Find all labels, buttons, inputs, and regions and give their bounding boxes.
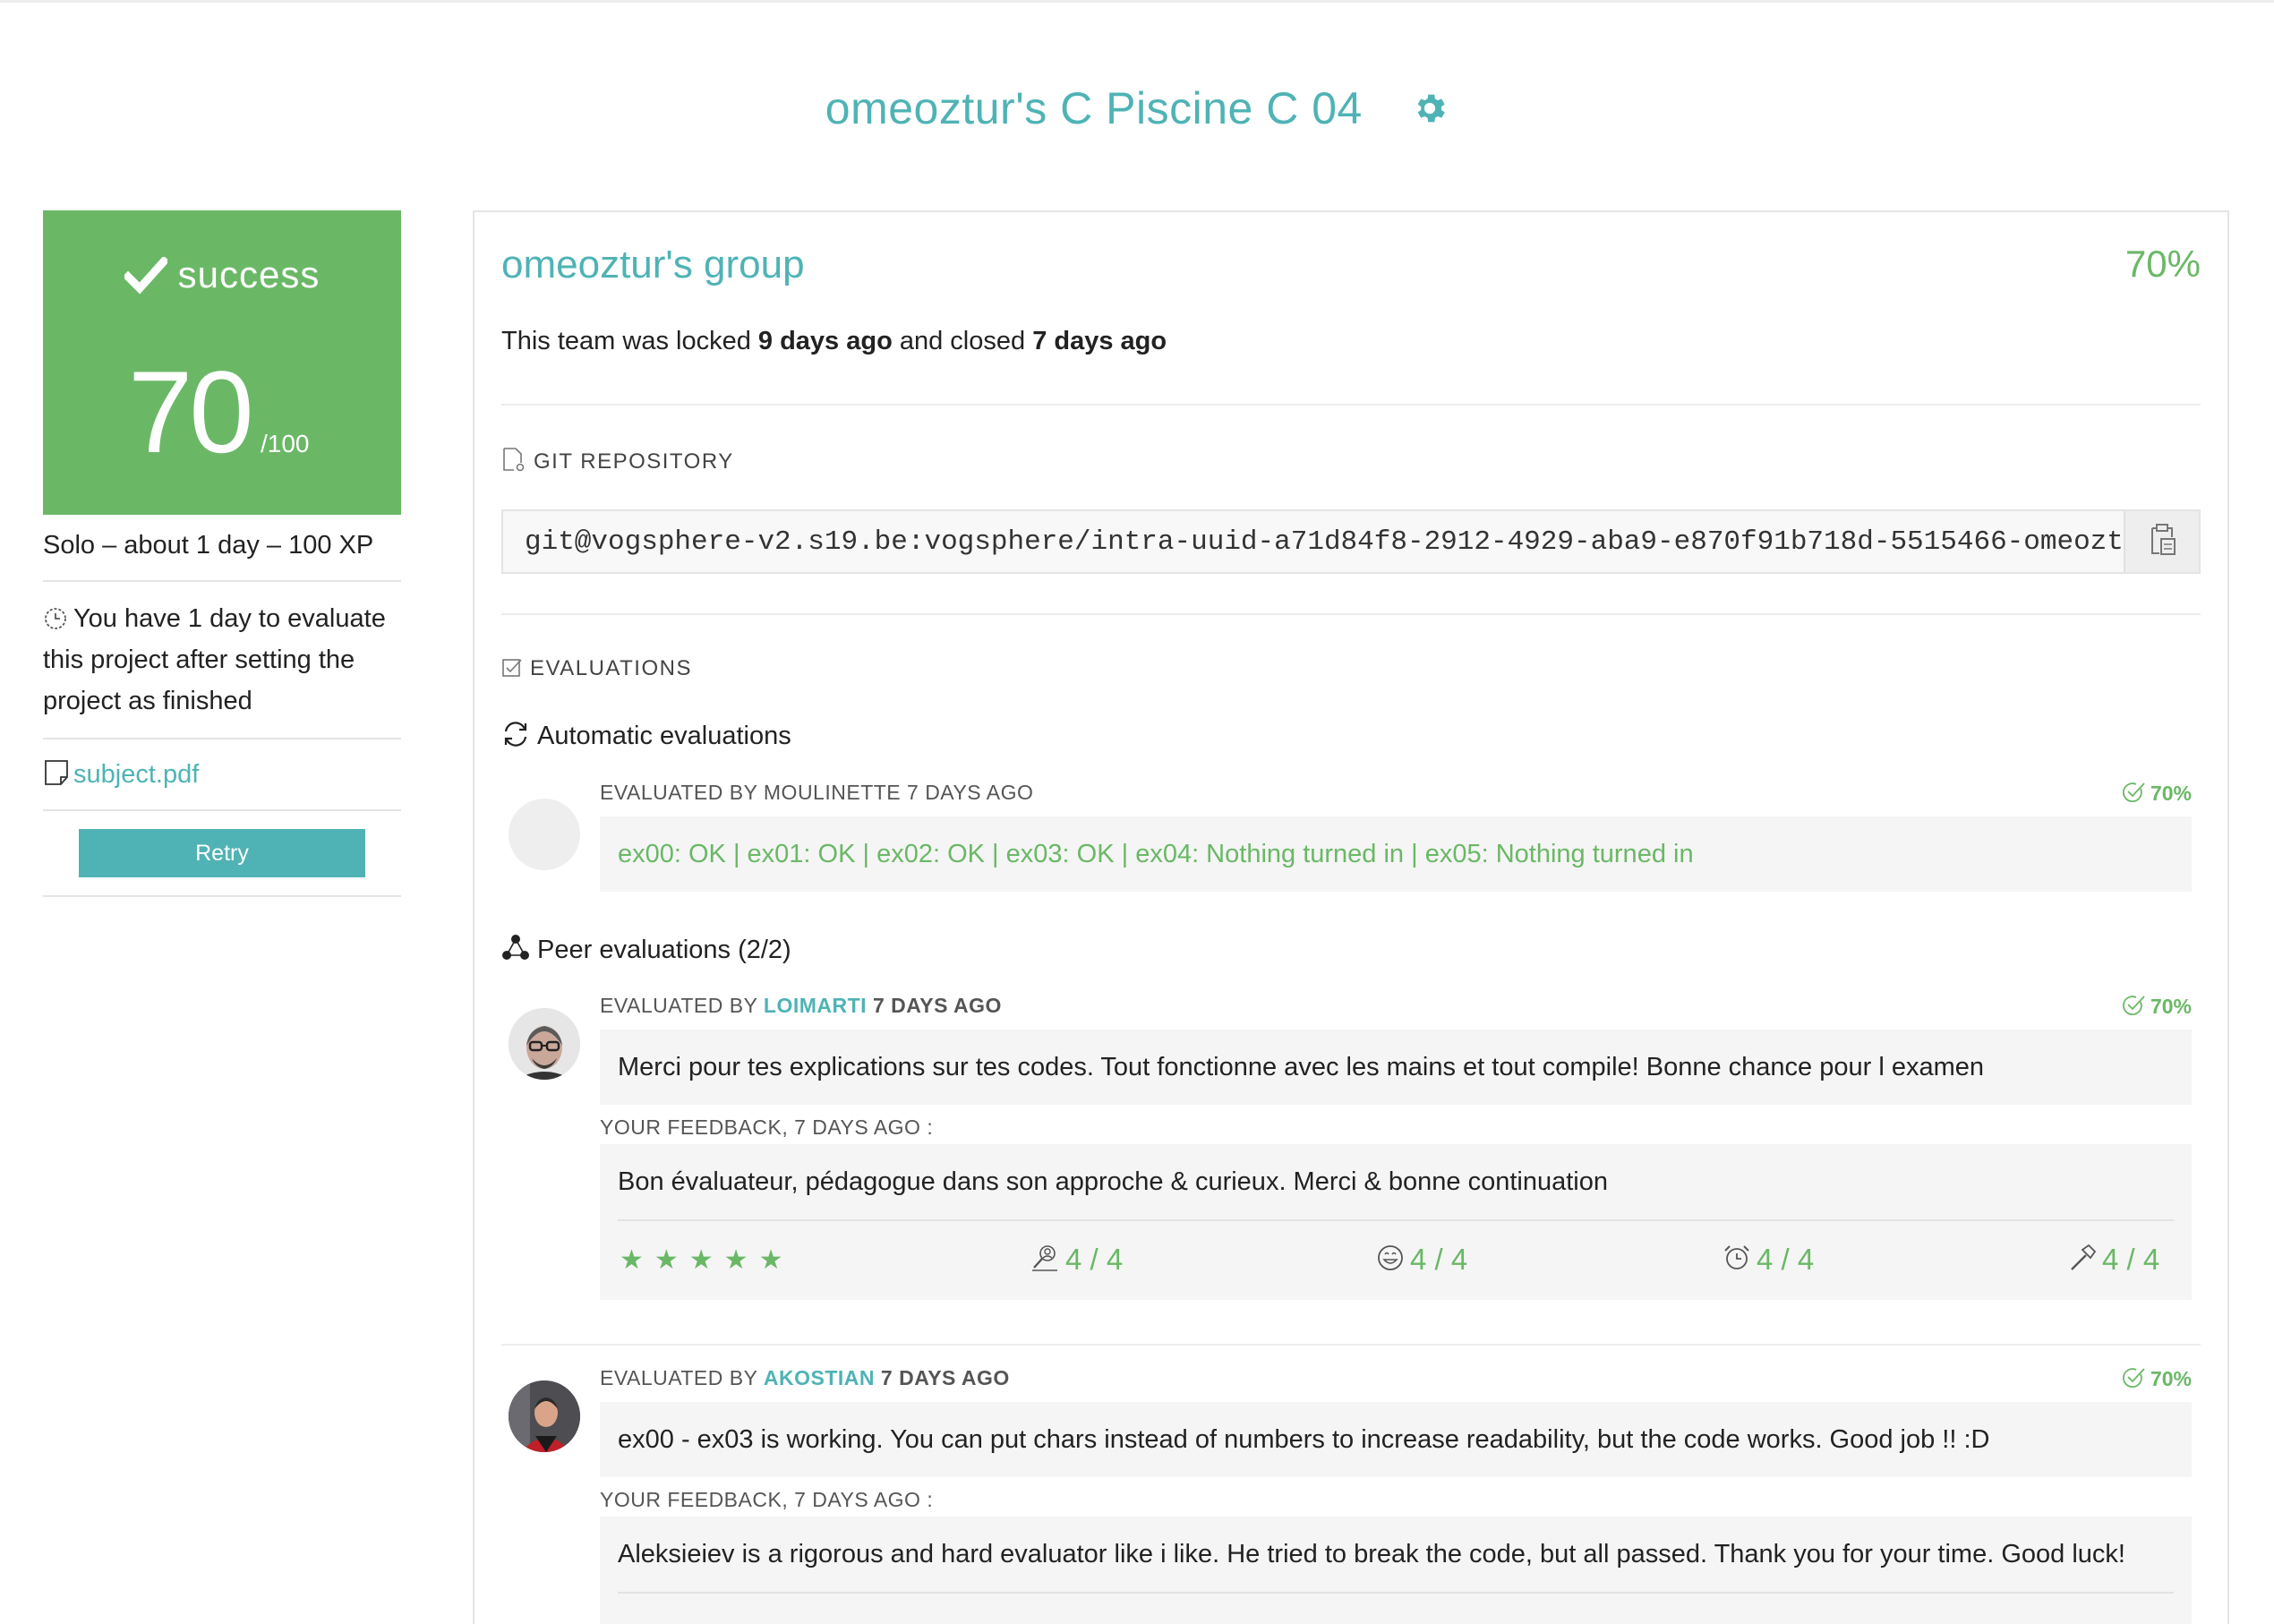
- evaluation-percent: 70%: [2122, 1366, 2192, 1391]
- evaluation-percent: 70%: [2122, 994, 2192, 1019]
- evaluated-by: EVALUATED BY MOULINETTE 7 DAYS AGO: [600, 781, 1034, 804]
- feedback-text: Bon évaluateur, pédagogue dans son appro…: [618, 1167, 1608, 1196]
- peer-evaluation: EVALUATED BY AKOSTIAN 7 DAYS AGO 70% ex0…: [501, 1366, 2201, 1624]
- evaluator-comment: Merci pour tes explications sur tes code…: [600, 1030, 2192, 1105]
- retry-row: Retry: [43, 811, 401, 897]
- evaluated-by-prefix: EVALUATED BY: [600, 994, 764, 1017]
- peer-evaluation: EVALUATED BY LOIMARTI 7 DAYS AGO 70% Mer…: [501, 994, 2201, 1316]
- grade-max: /100: [261, 430, 310, 457]
- smiley-icon: [1376, 1243, 1410, 1276]
- file-icon: [43, 760, 73, 789]
- clipboard-icon: [2147, 523, 2177, 561]
- locked-when: 9 days ago: [757, 327, 893, 355]
- team-name: omeoztur's group: [501, 243, 805, 286]
- automatic-evaluations-title: Automatic evaluations: [537, 722, 791, 750]
- alarm-clock-icon: [1723, 1243, 1757, 1276]
- evaluator-login-link[interactable]: LOIMARTI: [764, 994, 867, 1017]
- evaluation-percent: 70%: [2122, 781, 2192, 806]
- feedback-box: Bon évaluateur, pédagogue dans son appro…: [600, 1144, 2192, 1300]
- automatic-evaluation: EVALUATED BY MOULINETTE 7 DAYS AGO 70% e…: [501, 781, 2201, 906]
- grade-status: success: [43, 253, 401, 296]
- rating-friendly: 4 / 4: [1376, 1243, 1467, 1277]
- checkbox-icon: [501, 656, 530, 680]
- evaluator-login-link[interactable]: AKOSTIAN: [764, 1366, 875, 1389]
- copy-repository-button[interactable]: [2124, 511, 2199, 572]
- grade-card: success 70 /100: [43, 210, 401, 515]
- check-icon: [122, 253, 178, 295]
- peer-evaluations-heading: Peer evaluations (2/2): [501, 933, 791, 965]
- check-circle-icon: [2122, 782, 2150, 805]
- divider: [501, 404, 2201, 406]
- rating-value: 4 / 4: [1757, 1243, 1815, 1276]
- peers-icon: [501, 935, 537, 964]
- evaluated-by: EVALUATED BY AKOSTIAN 7 DAYS AGO: [600, 1366, 1010, 1390]
- evaluated-ago: 7 DAYS AGO: [875, 1366, 1010, 1389]
- rating-rigor: 4 / 4: [2068, 1243, 2159, 1277]
- magnifier-person-icon: [1030, 1243, 1065, 1276]
- rating-interested: 4 / 4: [1030, 1243, 1123, 1277]
- refresh-icon: [501, 722, 537, 750]
- peer-evaluations-title: Peer evaluations (2/2): [537, 936, 791, 964]
- git-repository-url[interactable]: [503, 511, 2124, 572]
- team-percent: 70%: [2124, 243, 2201, 285]
- locked-prefix: This team was locked: [501, 327, 758, 355]
- feedback-text: Aleksieiev is a rigorous and hard evalua…: [618, 1539, 2125, 1568]
- evaluation-deadline: You have 1 day to evaluate this project …: [43, 582, 401, 739]
- subject-row: subject.pdf: [43, 739, 401, 811]
- evaluation-percent-value: 70%: [2150, 995, 2192, 1018]
- evaluated-by-prefix: EVALUATED BY: [600, 1366, 764, 1389]
- star-rating: ★★★★★: [620, 1245, 794, 1275]
- evaluations-label: EVALUATIONS: [530, 656, 692, 680]
- check-circle-icon: [2122, 995, 2150, 1018]
- git-file-icon: [501, 448, 534, 474]
- evaluated-ago: 7 DAYS AGO: [867, 994, 1002, 1017]
- closed-prefix: and closed: [892, 327, 1033, 355]
- git-repository-heading: GIT REPOSITORY: [501, 447, 734, 474]
- team-lock-status: This team was locked 9 days ago and clos…: [501, 327, 1167, 356]
- page-title-row: omeoztur's C Piscine C 04: [0, 82, 2274, 138]
- evaluated-by: EVALUATED BY LOIMARTI 7 DAYS AGO: [600, 994, 1002, 1018]
- page-title: omeoztur's C Piscine C 04: [825, 83, 1363, 133]
- git-repository-label: GIT REPOSITORY: [534, 449, 734, 474]
- gear-icon[interactable]: [1411, 86, 1449, 138]
- rating-value: 4 / 4: [1065, 1243, 1124, 1276]
- avatar[interactable]: [509, 1380, 580, 1452]
- closed-when: 7 days ago: [1032, 327, 1167, 355]
- automatic-evaluations-heading: Automatic evaluations: [501, 721, 791, 751]
- feedback-box: Aleksieiev is a rigorous and hard evalua…: [600, 1517, 2192, 1624]
- evaluation-divider: [501, 1344, 2201, 1346]
- moulinette-result: ex00: OK | ex01: OK | ex02: OK | ex03: O…: [600, 816, 2192, 892]
- evaluator-comment: ex00 - ex03 is working. You can put char…: [600, 1402, 2192, 1477]
- feedback-label: YOUR FEEDBACK, 7 DAYS AGO :: [600, 1115, 934, 1139]
- subject-pdf-link[interactable]: subject.pdf: [73, 760, 199, 789]
- evaluations-heading: EVALUATIONS: [501, 656, 692, 681]
- project-meta: Solo – about 1 day – 100 XP: [43, 515, 401, 582]
- grade-status-label: success: [177, 253, 321, 295]
- grade-mark: 70: [128, 346, 254, 477]
- moulinette-avatar: [509, 799, 580, 870]
- evaluation-percent-value: 70%: [2150, 1367, 2192, 1390]
- project-summary: success 70 /100 Solo – about 1 day – 100…: [43, 210, 401, 897]
- rating-value: 4 / 4: [2102, 1243, 2160, 1276]
- git-repository-field: [501, 509, 2201, 574]
- clock-icon: [43, 604, 73, 633]
- retry-button[interactable]: Retry: [79, 829, 365, 877]
- evaluation-percent-value: 70%: [2150, 782, 2192, 805]
- rating-punctuality: 4 / 4: [1723, 1243, 1814, 1277]
- hammer-icon: [2068, 1243, 2102, 1276]
- team-panel: omeoztur's group 70% This team was locke…: [473, 210, 2229, 1624]
- avatar[interactable]: [509, 1008, 580, 1080]
- feedback-divider: [618, 1592, 2174, 1594]
- feedback-label: YOUR FEEDBACK, 7 DAYS AGO :: [600, 1488, 934, 1511]
- divider: [501, 613, 2201, 615]
- feedback-divider: [618, 1219, 2174, 1221]
- top-border: [0, 0, 2274, 3]
- rating-value: 4 / 4: [1410, 1243, 1468, 1276]
- check-circle-icon: [2122, 1367, 2150, 1390]
- deadline-text: You have 1 day to evaluate this project …: [43, 604, 386, 715]
